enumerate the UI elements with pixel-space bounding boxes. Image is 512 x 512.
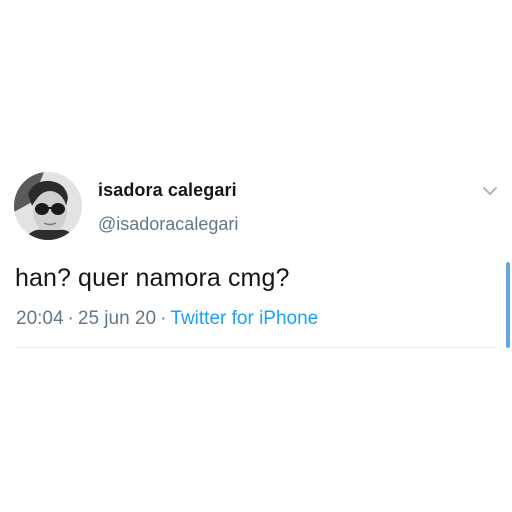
tweet-date[interactable]: 25 jun 20 <box>78 308 156 329</box>
user-handle[interactable]: @isadoracalegari <box>98 214 238 235</box>
avatar[interactable] <box>14 172 82 240</box>
tweet-text: han? quer namora cmg? <box>15 264 290 292</box>
tweet-meta: 20:04 · 25 jun 20 · Twitter for iPhone <box>16 308 318 330</box>
chevron-down-icon[interactable] <box>481 184 499 198</box>
scrollbar[interactable] <box>506 262 510 348</box>
profile-photo-icon <box>14 172 82 240</box>
tweet-card: isadora calegari @isadoracalegari han? q… <box>0 0 512 512</box>
tweet-time[interactable]: 20:04 <box>16 308 64 329</box>
meta-separator: · <box>67 308 74 329</box>
display-name[interactable]: isadora calegari <box>98 180 237 201</box>
meta-separator: · <box>160 308 167 329</box>
divider <box>15 347 497 348</box>
tweet-source-link[interactable]: Twitter for iPhone <box>170 308 318 329</box>
